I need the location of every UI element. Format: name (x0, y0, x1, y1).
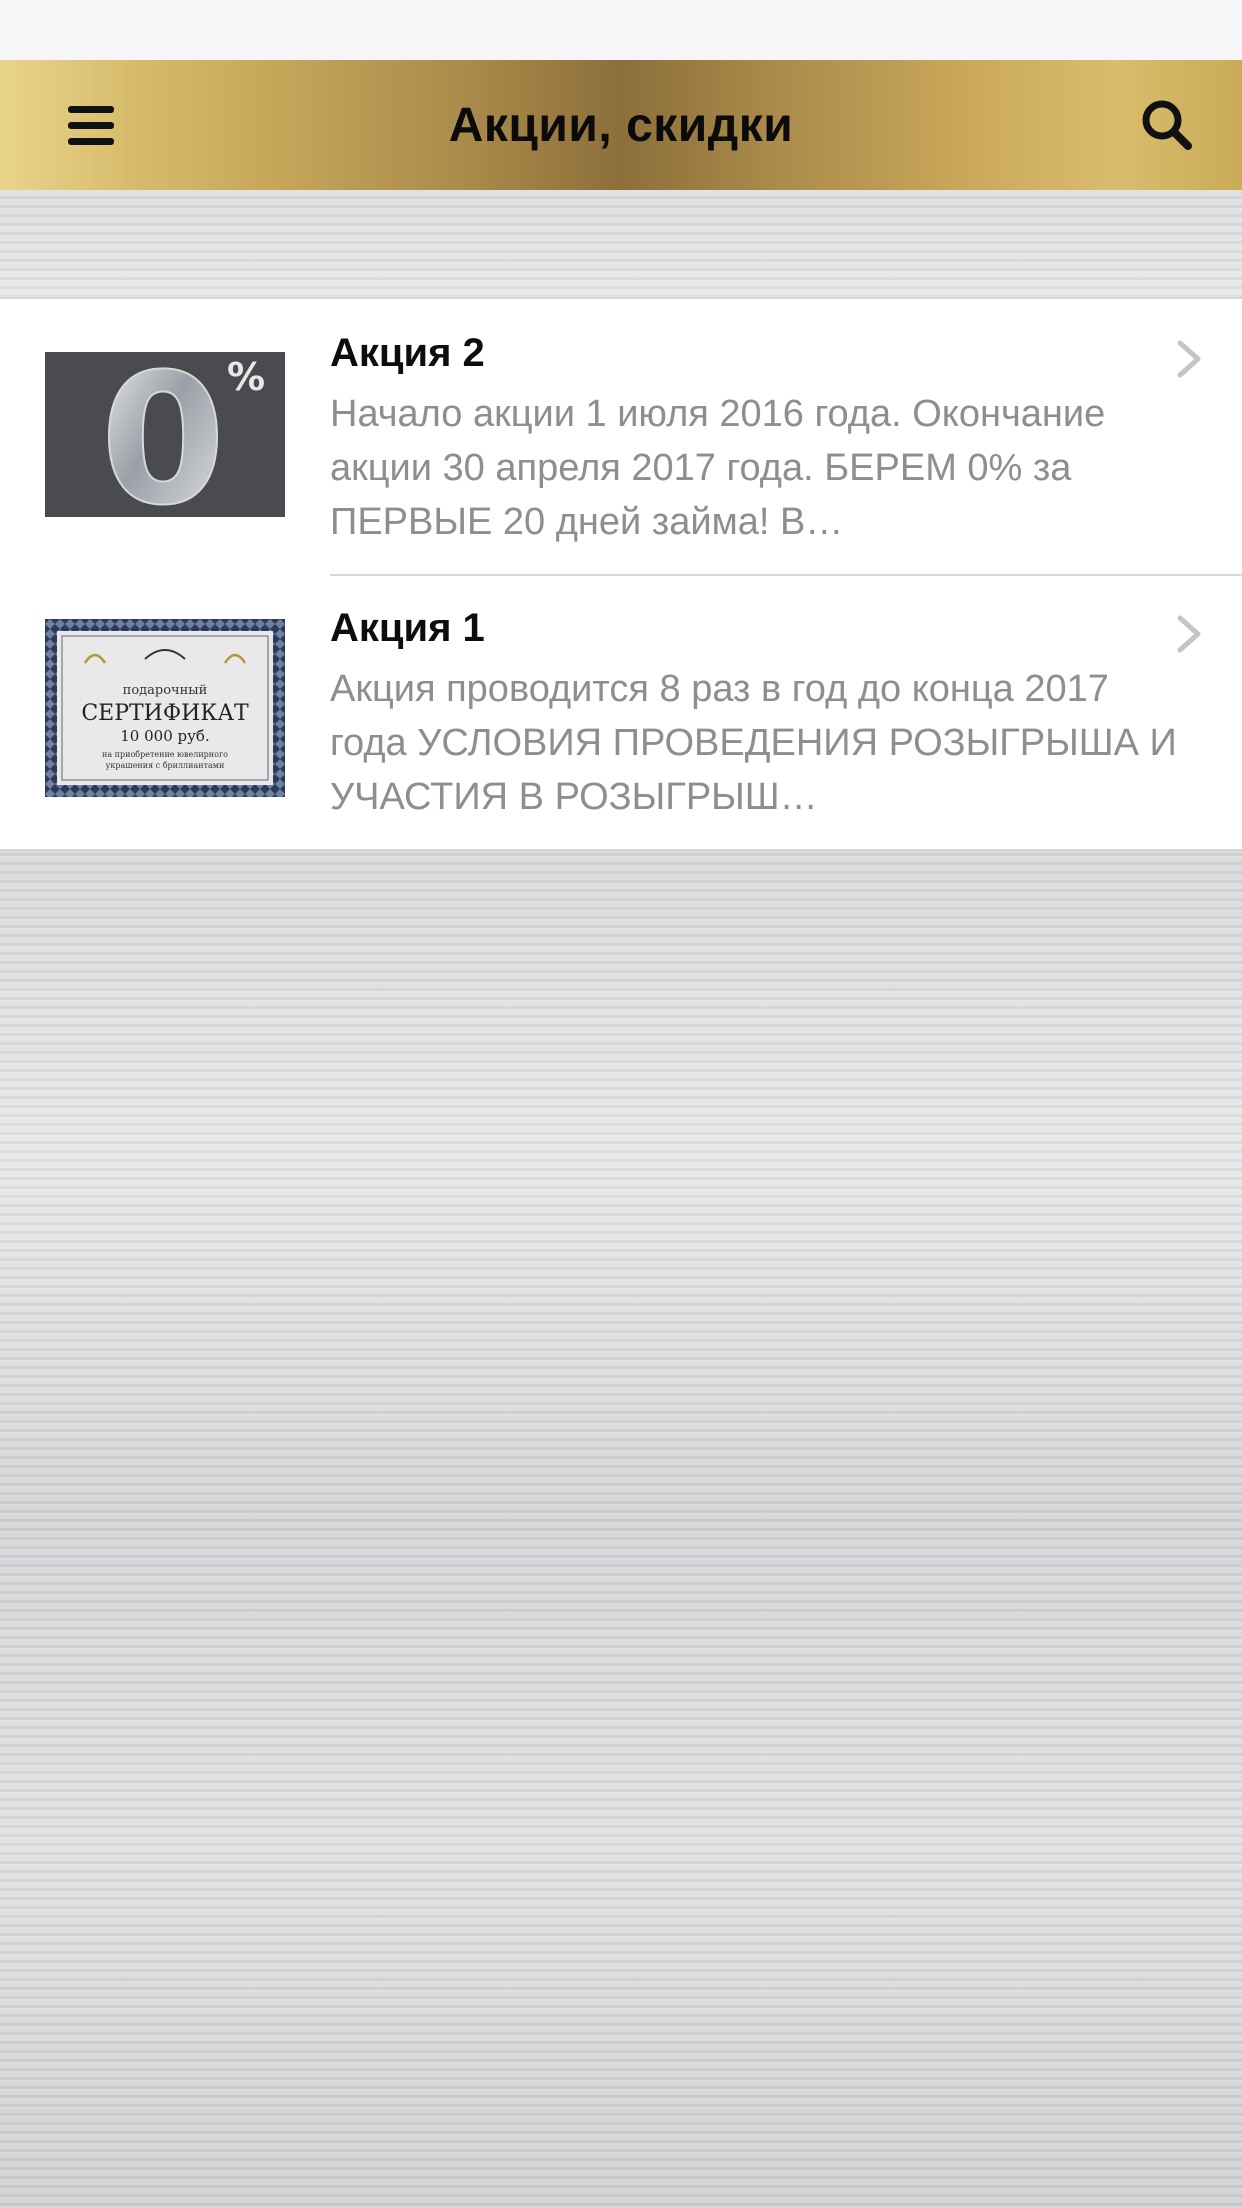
thumbnail-line2: СЕРТИФИКАТ (81, 701, 249, 726)
thumbnail-percent-text: % (227, 355, 265, 399)
promotion-thumbnail-zero-percent: 0 % (45, 352, 285, 517)
promotion-title: Акция 1 (330, 606, 485, 650)
thumbnail-line1: подарочный (123, 683, 208, 698)
thumbnail-line3: 10 000 руб. (120, 727, 209, 745)
promotions-list: 0 % Акция 2 Начало акции 1 июля 2016 год… (0, 297, 1242, 851)
thumbnail-line4: на приобретение ювелирного (102, 750, 228, 759)
thumbnail-line5: украшения с бриллиантами (106, 761, 225, 770)
page-title: Акции, скидки (448, 98, 794, 152)
list-item[interactable]: 0 % Акция 2 Начало акции 1 июля 2016 год… (0, 299, 1242, 574)
search-icon (1142, 100, 1192, 150)
chevron-right-icon (1177, 615, 1201, 653)
menu-button[interactable] (46, 104, 136, 148)
status-bar (0, 0, 1242, 60)
promotion-thumbnail-certificate: подарочный СЕРТИФИКАТ 10 000 руб. на при… (45, 619, 285, 797)
chevron-right-icon (1177, 340, 1201, 378)
list-item[interactable]: подарочный СЕРТИФИКАТ 10 000 руб. на при… (0, 574, 1242, 849)
promotion-title: Акция 2 (330, 331, 485, 375)
navigation-bar: Акции, скидки (0, 60, 1242, 190)
thumbnail-zero-text: 0 (100, 352, 225, 517)
search-button[interactable] (1138, 96, 1198, 156)
promotion-description: Начало акции 1 июля 2016 года. Окончание… (330, 393, 1106, 543)
promotion-description: Акция проводится 8 раз в год до конца 20… (330, 668, 1177, 818)
